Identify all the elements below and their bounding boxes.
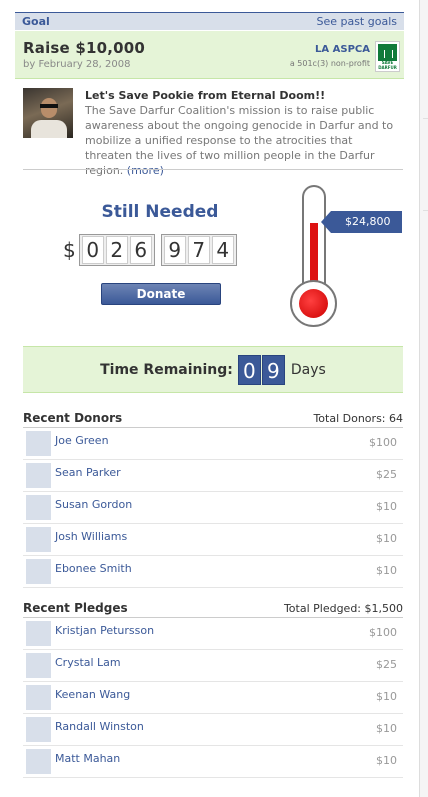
still-needed-label: Still Needed — [101, 202, 219, 222]
pledger-name[interactable]: Randall Winston — [55, 720, 144, 733]
time-remaining-label: Time Remaining: — [100, 361, 233, 378]
scrollbar-edge[interactable] — [419, 0, 428, 797]
pledger-avatar[interactable] — [26, 717, 51, 742]
total-donors: Total Donors: 64 — [313, 411, 403, 425]
time-remaining: Time Remaining: 0 9 Days — [23, 346, 403, 393]
thermometer — [290, 185, 340, 327]
donor-amount: $10 — [376, 500, 397, 513]
donor-name[interactable]: Joe Green — [55, 434, 109, 447]
recent-pledges-header: Recent Pledges Total Pledged: $1,500 — [23, 599, 403, 617]
donor-avatar[interactable] — [26, 463, 51, 488]
days-unit: Days — [290, 361, 326, 378]
days-counter: 0 9 — [237, 354, 285, 385]
pledger-avatar[interactable] — [26, 749, 51, 774]
list-item: Kristjan Petursson $100 — [23, 618, 403, 650]
list-item: Randall Winston $10 — [23, 714, 403, 746]
header-title: Goal — [22, 15, 50, 28]
tree-icon — [378, 44, 397, 61]
donor-avatar[interactable] — [26, 495, 51, 520]
list-item: Keenan Wang $10 — [23, 682, 403, 714]
save-darfur-logo: SAVE DARFUR — [375, 41, 400, 72]
photo-glasses — [40, 104, 58, 108]
donor-avatar[interactable] — [26, 527, 51, 552]
edge-tick — [423, 118, 428, 119]
recent-donors-title: Recent Donors — [23, 411, 123, 425]
pledge-amount: $10 — [376, 690, 397, 703]
donor-amount: $100 — [369, 436, 397, 449]
donor-avatar[interactable] — [26, 559, 51, 584]
pledger-name[interactable]: Kristjan Petursson — [55, 624, 154, 637]
pledger-avatar[interactable] — [26, 653, 51, 678]
day-digit: 0 — [237, 354, 261, 385]
goal-header: Goal See past goals — [15, 12, 404, 30]
list-item: Sean Parker $25 — [23, 460, 403, 492]
counter-group-thousands: 0 2 6 — [78, 234, 155, 266]
cause-story: Let's Save Pookie from Eternal Doom!! Th… — [23, 88, 403, 177]
donor-name[interactable]: Ebonee Smith — [55, 562, 132, 575]
donate-button[interactable]: Donate — [101, 283, 221, 305]
list-item: Crystal Lam $25 — [23, 650, 403, 682]
total-pledged: Total Pledged: $1,500 — [283, 601, 403, 615]
logo-text: SAVE DARFUR — [378, 60, 397, 70]
counter-digit: 4 — [211, 236, 234, 264]
divider — [23, 169, 403, 170]
counter-digit: 2 — [105, 236, 128, 264]
counter-digit: 0 — [81, 236, 104, 264]
donor-amount: $10 — [376, 532, 397, 545]
still-needed-counter: $ 0 2 6 9 7 4 — [63, 234, 243, 266]
counter-digit: 9 — [163, 236, 186, 264]
photo-face — [41, 98, 57, 118]
list-item: Josh Williams $10 — [23, 524, 403, 556]
donor-name[interactable]: Sean Parker — [55, 466, 121, 479]
see-past-goals-link[interactable]: See past goals — [316, 15, 397, 28]
recent-donors-header: Recent Donors Total Donors: 64 — [23, 409, 403, 427]
counter-digit: 7 — [187, 236, 210, 264]
list-item: Matt Mahan $10 — [23, 746, 403, 778]
list-item: Ebonee Smith $10 — [23, 556, 403, 588]
counter-digit: 6 — [129, 236, 152, 264]
counter-group-units: 9 7 4 — [160, 234, 237, 266]
donor-name[interactable]: Susan Gordon — [55, 498, 132, 511]
pledger-name[interactable]: Crystal Lam — [55, 656, 121, 669]
pledger-avatar[interactable] — [26, 621, 51, 646]
donor-name[interactable]: Josh Williams — [55, 530, 127, 543]
pledger-avatar[interactable] — [26, 685, 51, 710]
beneficiary: LA ASPCA a 501c(3) non-profit — [290, 44, 370, 68]
pledger-name[interactable]: Matt Mahan — [55, 752, 120, 765]
amount-raised-tag: $24,800 — [321, 211, 402, 233]
pledge-amount: $25 — [376, 658, 397, 671]
cause-photo[interactable] — [23, 88, 73, 138]
goal-summary: Raise $10,000 by February 28, 2008 LA AS… — [15, 31, 404, 79]
pledge-amount: $10 — [376, 754, 397, 767]
currency-symbol: $ — [63, 238, 76, 262]
donor-amount: $25 — [376, 468, 397, 481]
pledge-amount: $100 — [369, 626, 397, 639]
beneficiary-name[interactable]: LA ASPCA — [290, 44, 370, 55]
day-digit: 9 — [261, 354, 285, 385]
edge-tick — [423, 210, 428, 211]
beneficiary-type: a 501c(3) non-profit — [289, 59, 370, 68]
story-text: Let's Save Pookie from Eternal Doom!! Th… — [85, 88, 403, 178]
story-headline: Let's Save Pookie from Eternal Doom!! — [85, 89, 326, 102]
thermometer-bulb-fill — [299, 289, 328, 318]
more-link[interactable]: (more) — [127, 164, 164, 177]
list-item: Susan Gordon $10 — [23, 492, 403, 524]
photo-shirt — [31, 120, 67, 138]
list-item: Joe Green $100 — [23, 428, 403, 460]
recent-pledges-title: Recent Pledges — [23, 601, 128, 615]
donor-amount: $10 — [376, 564, 397, 577]
pledge-amount: $10 — [376, 722, 397, 735]
thermometer-bulb — [290, 280, 337, 327]
pledger-name[interactable]: Keenan Wang — [55, 688, 130, 701]
donor-avatar[interactable] — [26, 431, 51, 456]
